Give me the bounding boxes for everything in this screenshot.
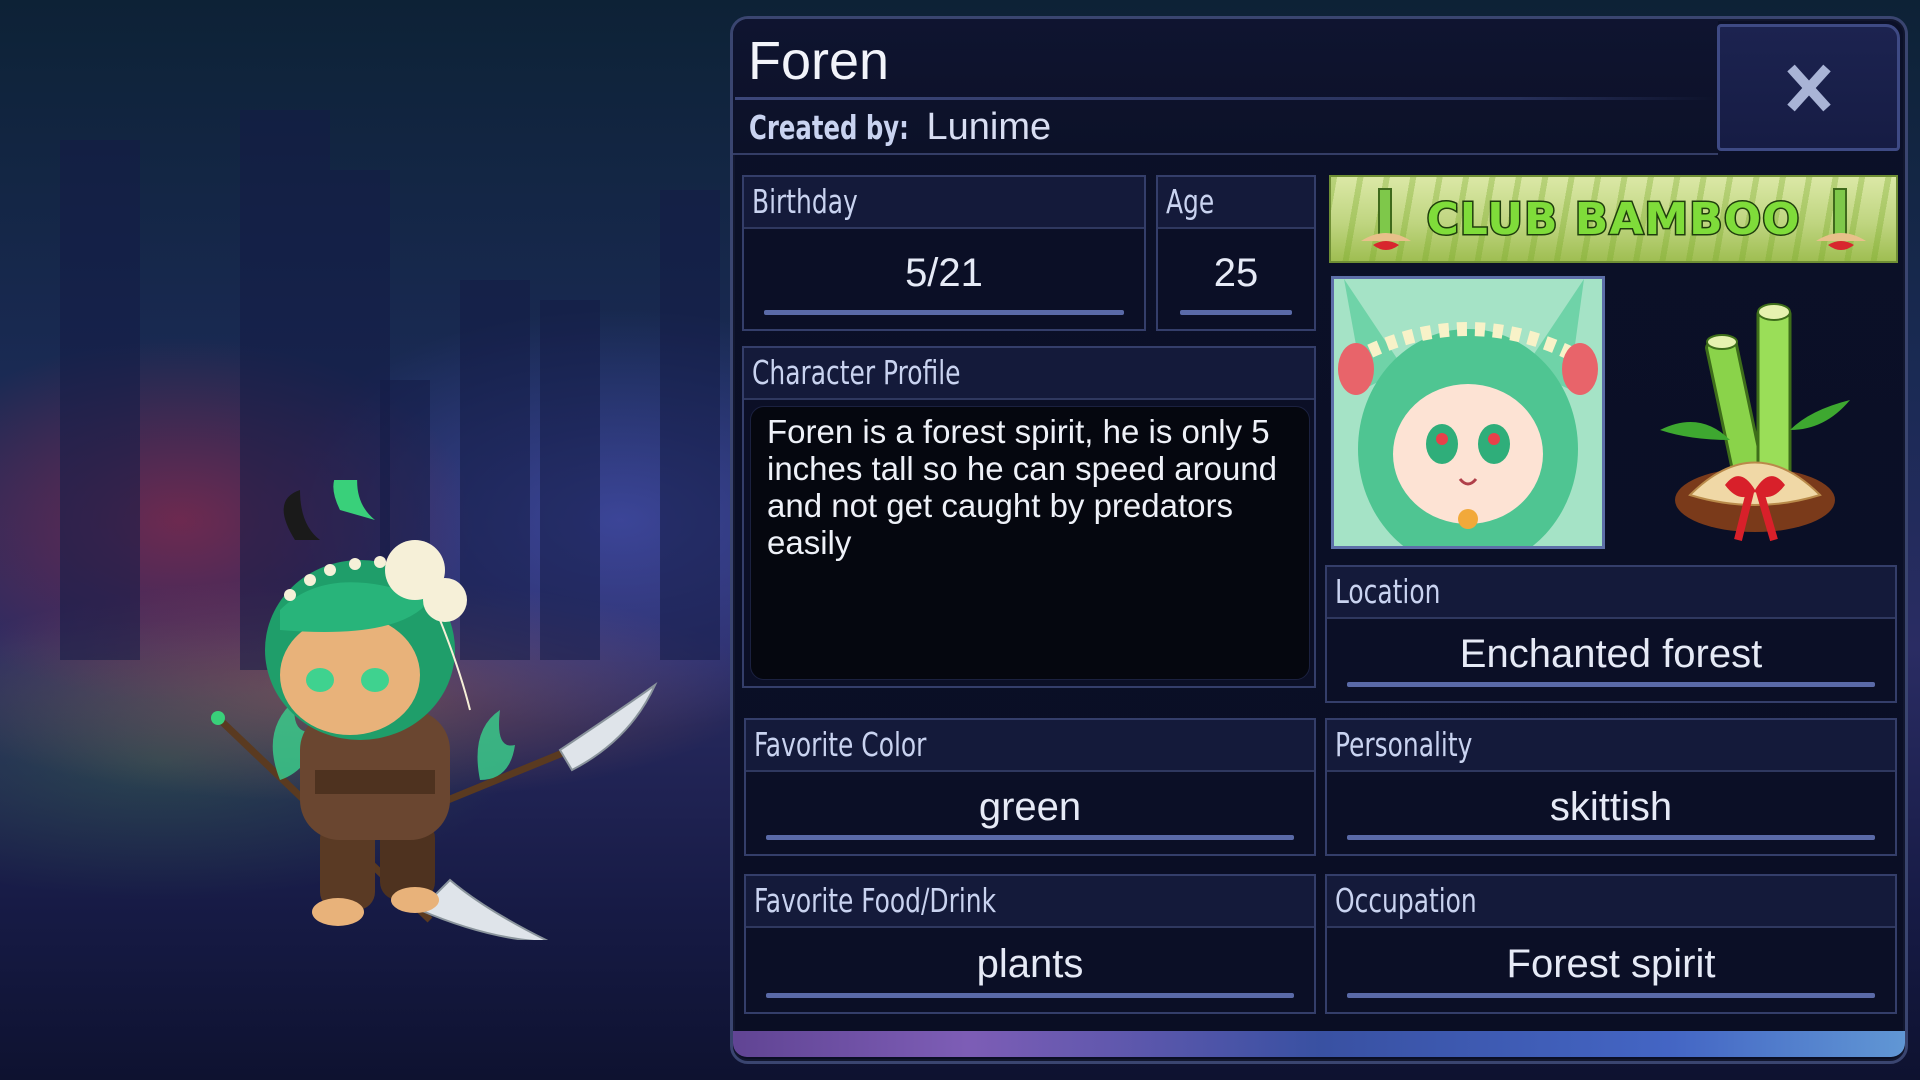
character-profile-text[interactable]: Foren is a forest spirit, he is only 5 i… (750, 406, 1310, 680)
creator-row: Created by: Lunime (749, 103, 1051, 151)
age-label: Age (1158, 177, 1314, 229)
location-value: Enchanted forest (1459, 631, 1763, 676)
club-name: CLUB BAMBOO (1425, 192, 1801, 246)
created-by-label: Created by: (749, 108, 909, 147)
character-sprite (211, 480, 658, 940)
character-name: Foren (748, 31, 890, 91)
mascot-portrait-icon (1334, 279, 1602, 546)
favorite-food-label: Favorite Food/Drink (746, 876, 1314, 928)
personality-label: Personality (1327, 720, 1895, 772)
favorite-color-field[interactable]: Favorite Color green (744, 718, 1316, 856)
location-underline (1347, 682, 1875, 687)
occupation-underline (1347, 993, 1875, 998)
favorite-food-value: plants (976, 941, 1084, 986)
character-profile-label: Character Profile (744, 348, 1314, 400)
bamboo-decoration-icon (1361, 188, 1411, 250)
birthday-underline (764, 310, 1124, 315)
age-field[interactable]: Age 25 (1156, 175, 1316, 331)
occupation-field[interactable]: Occupation Forest spirit (1325, 874, 1897, 1014)
bamboo-emblem-icon (1660, 303, 1850, 542)
created-by-value: Lunime (926, 106, 1052, 148)
age-value: 25 (1213, 250, 1259, 295)
club-mascot-portrait[interactable] (1331, 276, 1605, 549)
favorite-color-label: Favorite Color (746, 720, 1314, 772)
birthday-field[interactable]: Birthday 5/21 (742, 175, 1146, 331)
bamboo-decoration-icon (1816, 188, 1866, 250)
birthday-value: 5/21 (905, 250, 983, 295)
close-button[interactable] (1717, 24, 1900, 151)
personality-underline (1347, 835, 1875, 840)
location-field[interactable]: Location Enchanted forest (1325, 565, 1897, 703)
favorite-color-underline (766, 835, 1294, 840)
favorite-food-field[interactable]: Favorite Food/Drink plants (744, 874, 1316, 1014)
personality-field[interactable]: Personality skittish (1325, 718, 1897, 856)
favorite-color-value: green (978, 784, 1082, 829)
club-banner: CLUB BAMBOO (1329, 175, 1898, 263)
favorite-food-underline (766, 993, 1294, 998)
occupation-value: Forest spirit (1506, 941, 1716, 986)
age-underline (1180, 310, 1292, 315)
personality-value: skittish (1549, 784, 1673, 829)
card-bottom-bar (733, 1031, 1905, 1057)
title-divider (735, 97, 1715, 100)
close-icon (1786, 64, 1831, 111)
birthday-label: Birthday (744, 177, 1144, 229)
occupation-label: Occupation (1327, 876, 1895, 928)
location-label: Location (1327, 567, 1895, 619)
